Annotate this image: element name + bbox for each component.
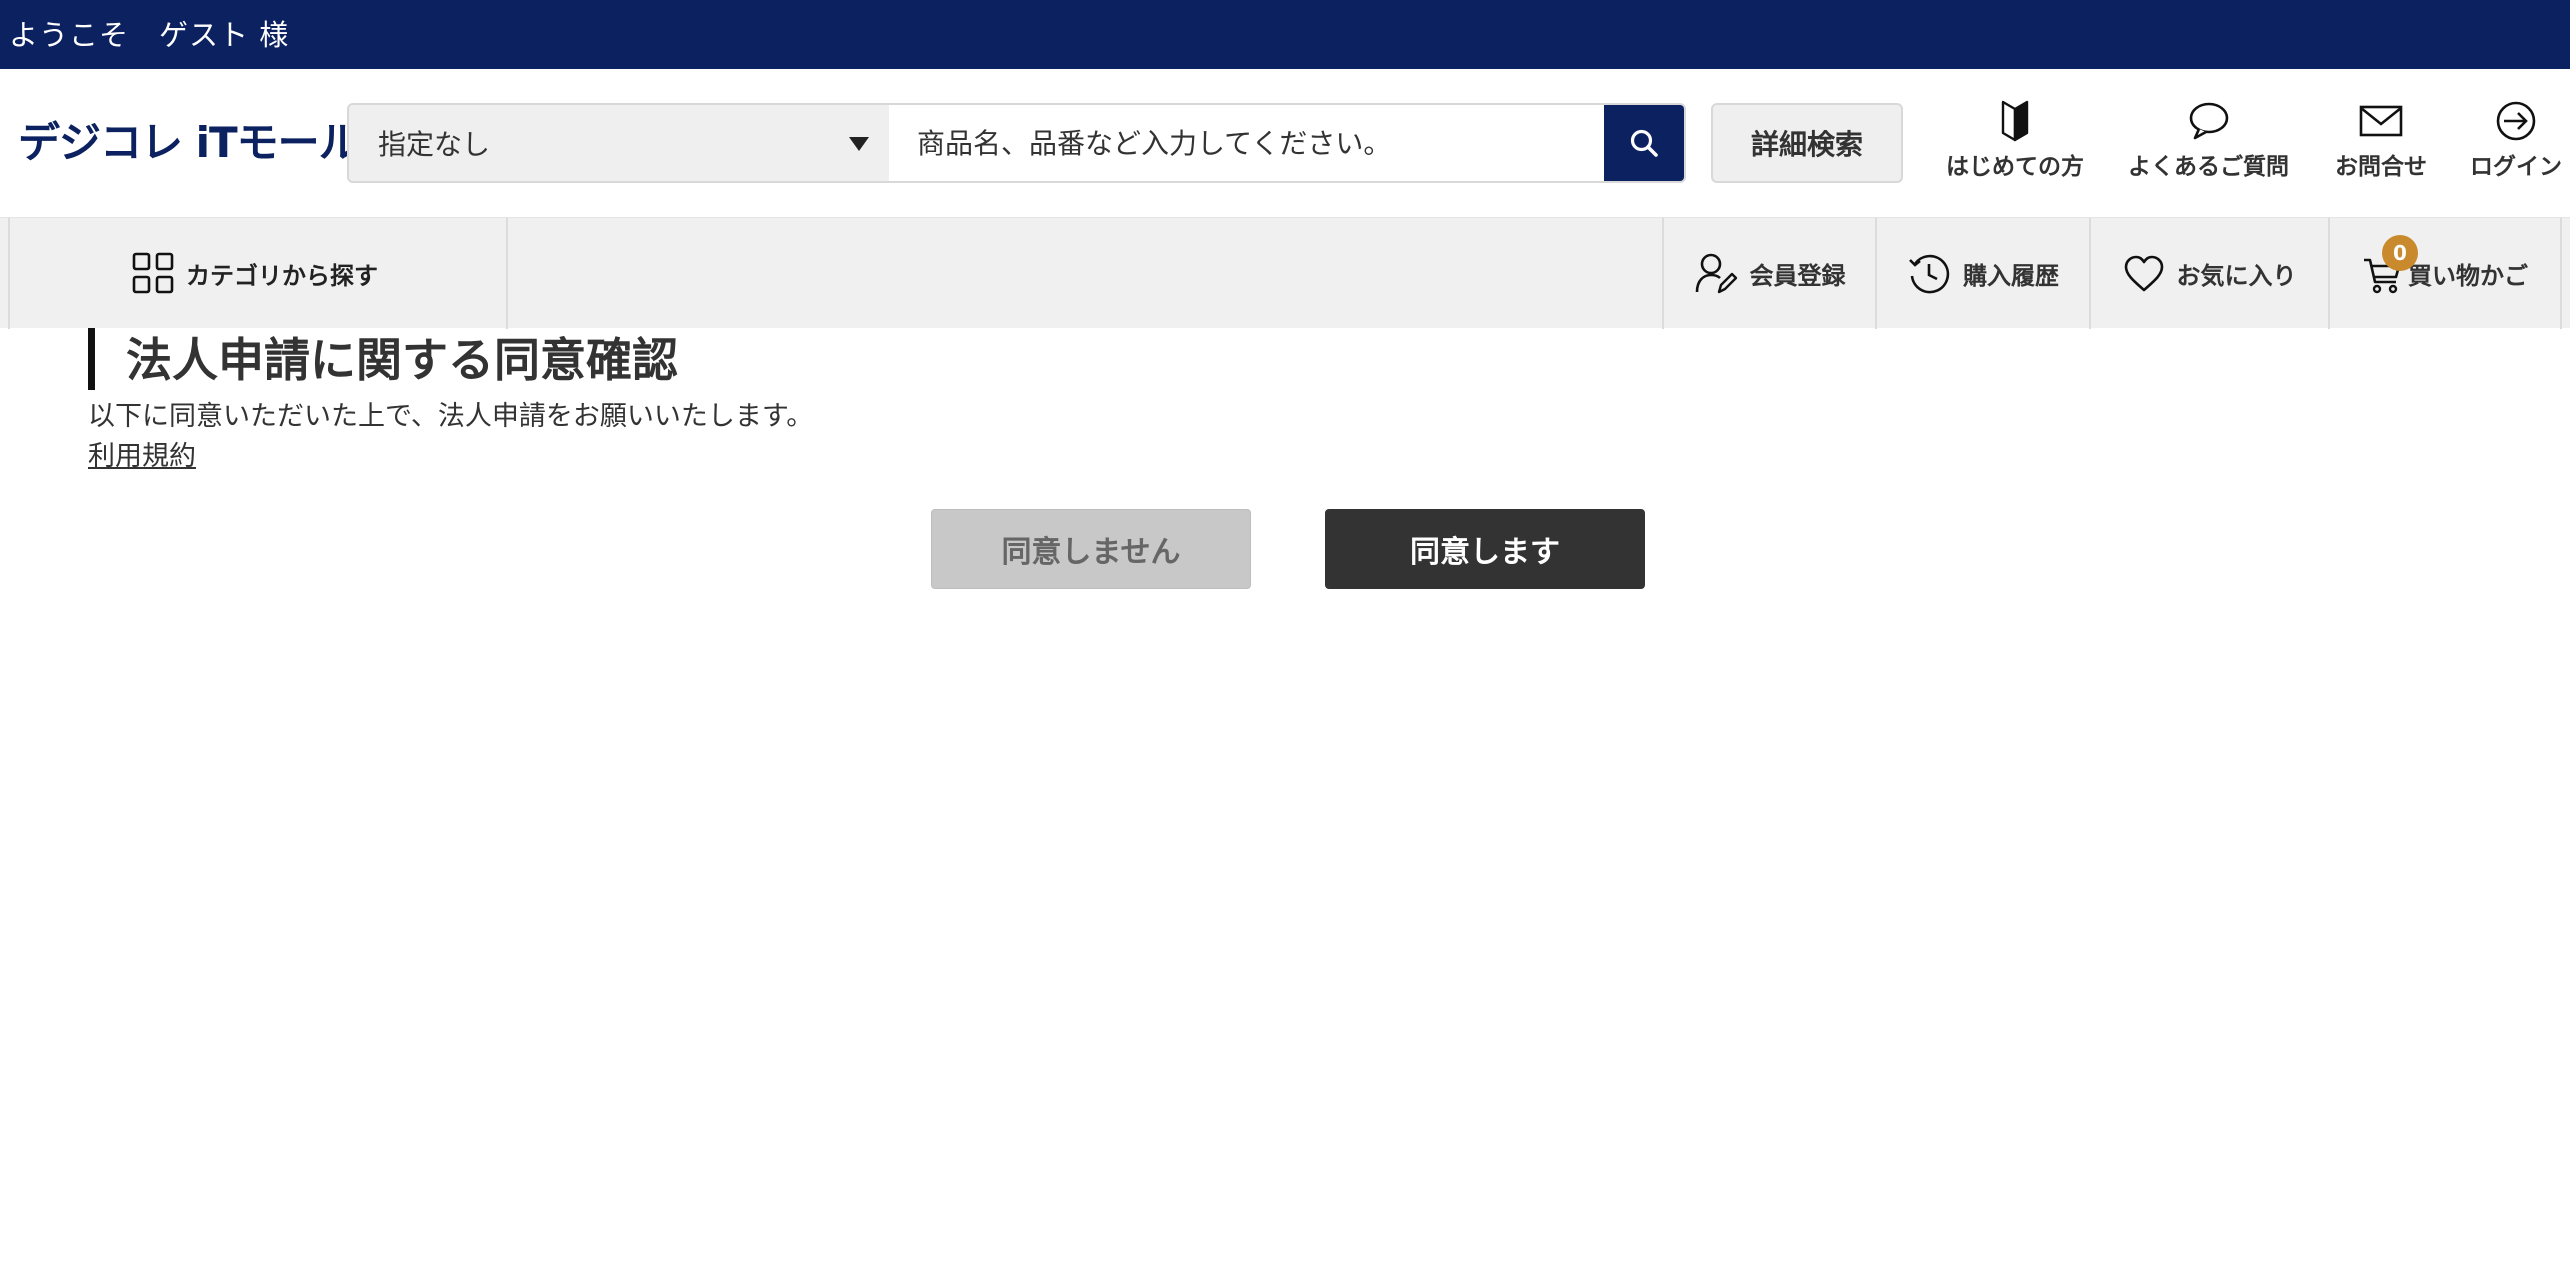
welcome-bar: ようこそ ゲスト 様 xyxy=(0,0,2570,69)
category-browse-button[interactable]: カテゴリから探す xyxy=(132,252,378,294)
category-select[interactable]: 指定なし xyxy=(349,105,889,181)
agree-label: 同意します xyxy=(1410,535,1560,570)
search-icon xyxy=(1630,129,1658,157)
contact-label: お問合せ xyxy=(2335,154,2427,180)
nav-favorites[interactable]: お気に入り xyxy=(2091,218,2328,329)
search-button[interactable] xyxy=(1604,105,1684,181)
caret-down-icon xyxy=(849,137,869,151)
site-header: デジコレ iTモール 指定なし 詳細検索 はじめての方 xyxy=(0,69,2570,217)
nav-divider xyxy=(2560,218,2562,329)
advanced-search-button[interactable]: 詳細検索 xyxy=(1711,103,1903,183)
nav-divider xyxy=(8,218,10,329)
heart-icon xyxy=(2124,255,2163,291)
member-register-icon xyxy=(1695,253,1737,293)
speech-bubble-icon xyxy=(2189,102,2228,140)
login-link[interactable]: ログイン xyxy=(2470,99,2562,181)
purchase-history-label: 購入履歴 xyxy=(1963,262,2059,290)
login-label: ログイン xyxy=(2470,154,2562,180)
nav-cart[interactable]: 買い物かご xyxy=(2330,218,2560,329)
member-register-label: 会員登録 xyxy=(1749,262,1846,290)
site-logo[interactable]: デジコレ iTモール xyxy=(18,118,361,167)
disagree-label: 同意しません xyxy=(1001,535,1181,570)
search-bar: 指定なし xyxy=(347,103,1686,183)
page-description: 以下に同意いただいた上で、法人申請をお願いいたします。 xyxy=(88,401,814,432)
favorites-label: お気に入り xyxy=(2176,262,2297,290)
welcome-text: ようこそ ゲスト 様 xyxy=(9,18,290,52)
faq-label: よくあるご質問 xyxy=(2128,154,2289,180)
nav-purchase-history[interactable]: 購入履歴 xyxy=(1877,218,2089,329)
beginner-mark-icon xyxy=(2001,100,2029,142)
contact-link[interactable]: お問合せ xyxy=(2335,99,2427,181)
cart-count-badge: 0 xyxy=(2382,235,2418,271)
beginner-link[interactable]: はじめての方 xyxy=(1946,99,2084,181)
category-select-value: 指定なし xyxy=(378,128,491,161)
advanced-search-label: 詳細検索 xyxy=(1750,128,1863,161)
grid-icon xyxy=(132,252,174,294)
page-title: 法人申請に関する同意確認 xyxy=(126,333,678,387)
nav-member-register[interactable]: 会員登録 xyxy=(1664,218,1875,329)
disagree-button[interactable]: 同意しません xyxy=(931,509,1251,589)
category-browse-label: カテゴリから探す xyxy=(186,261,378,290)
search-input[interactable] xyxy=(889,105,1604,181)
nav-bar: カテゴリから探す 会員登録 購入履歴 お気に入り 買い物かご xyxy=(0,217,2570,329)
agree-button[interactable]: 同意します xyxy=(1325,509,1645,589)
faq-link[interactable]: よくあるご質問 xyxy=(2128,99,2289,181)
beginner-label: はじめての方 xyxy=(1946,154,2084,180)
mail-icon xyxy=(2359,105,2403,137)
login-icon xyxy=(2496,101,2536,141)
logo-text: デジコレ iTモール xyxy=(18,118,361,167)
terms-link[interactable]: 利用規約 xyxy=(88,434,196,473)
nav-divider xyxy=(506,218,508,329)
cart-label: 買い物かご xyxy=(2408,262,2528,290)
history-icon xyxy=(1909,254,1950,293)
title-accent-bar xyxy=(88,328,95,390)
